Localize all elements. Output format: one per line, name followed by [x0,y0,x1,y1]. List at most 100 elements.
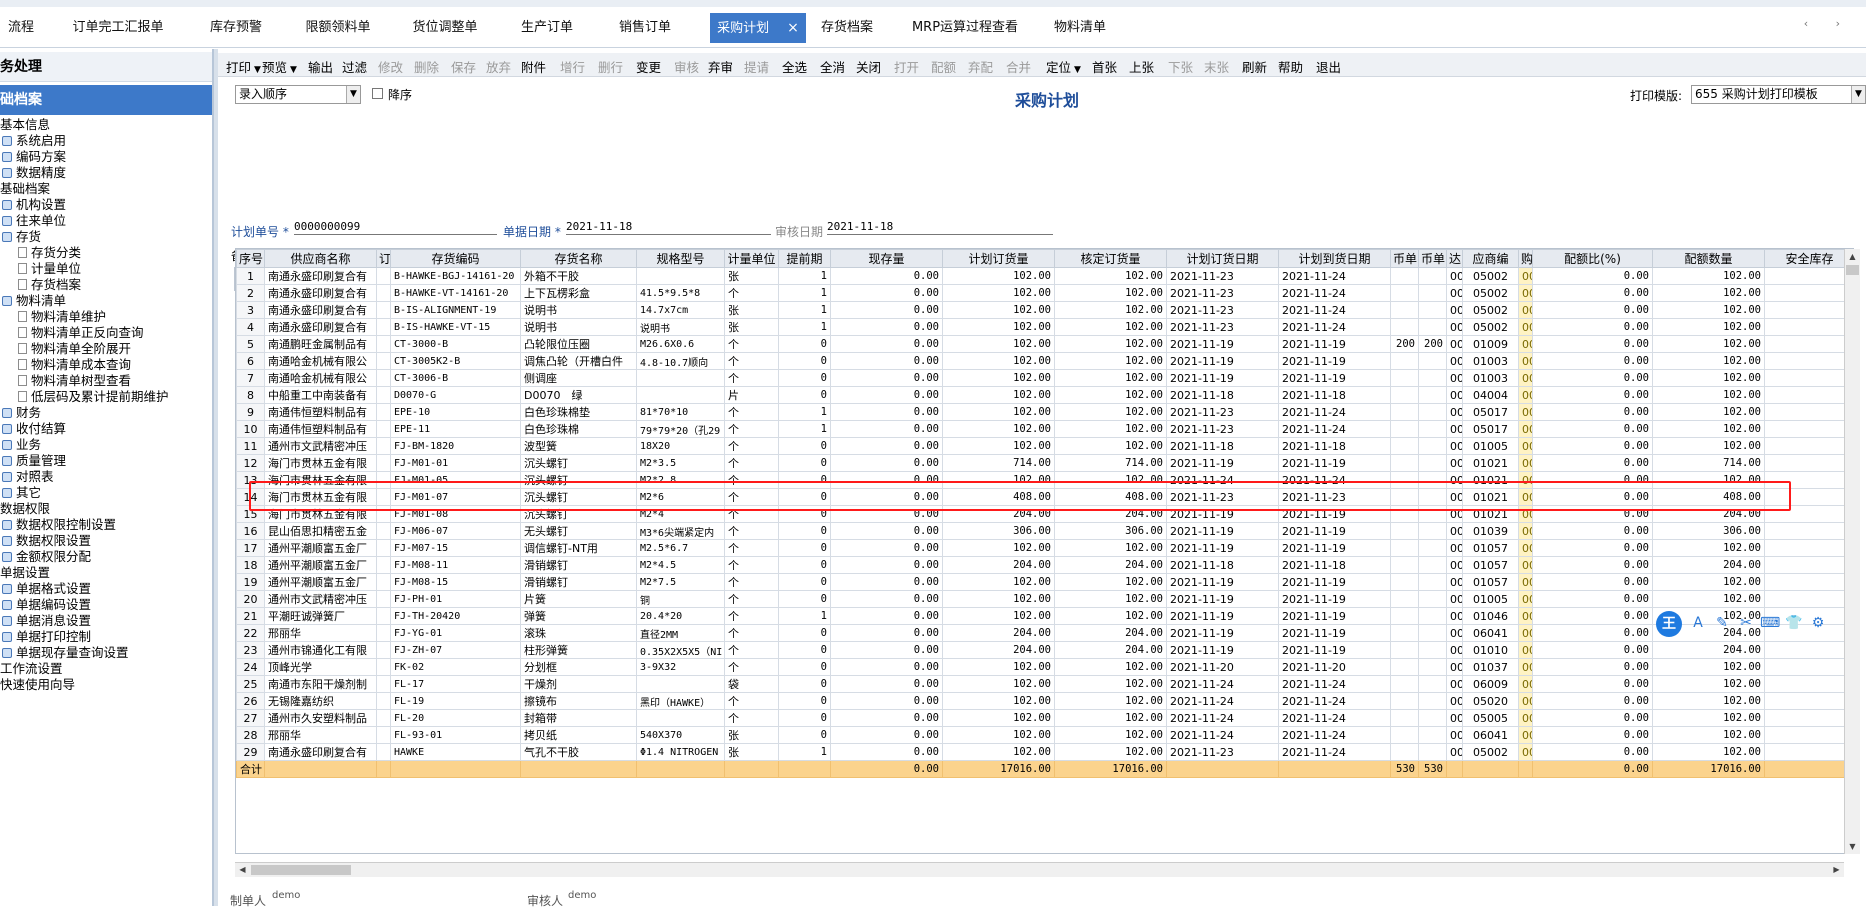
table-cell[interactable]: 102.00 [1652,437,1765,455]
table-row[interactable]: 24 顶峰光学 FK-02 分划框 3-9X32 个 0 0.00 102.00 102.00 20… [236,658,1853,676]
table-cell[interactable]: 个 [724,522,779,540]
table-cell[interactable]: 00 [1446,318,1463,336]
table-cell[interactable] [1390,556,1419,574]
descending-checkbox[interactable] [372,88,383,99]
table-cell[interactable] [376,369,391,387]
table-cell[interactable] [1390,624,1419,642]
table-cell[interactable]: 0.00 [1532,318,1653,336]
table-cell[interactable] [376,335,391,353]
table-cell[interactable]: 0.00 [1532,301,1653,319]
sidebar-tree-node[interactable]: 物料清单全阶展开 [18,341,131,357]
table-cell[interactable]: 102.00 [942,675,1055,693]
table-cell[interactable]: M2*6 [636,488,725,506]
table-cell[interactable]: 714.00 [1652,454,1765,472]
sidebar-tree-node[interactable]: 单据格式设置 [2,581,91,597]
table-cell[interactable]: 2021-11-23 [1166,318,1279,336]
table-cell[interactable]: 102.00 [1054,658,1167,676]
table-cell[interactable] [1390,437,1419,455]
table-cell[interactable]: 2021-11-19 [1166,624,1279,642]
table-cell[interactable] [1418,267,1447,285]
table-cell[interactable]: 00 [1446,709,1463,727]
doc-date-field[interactable]: 2021-11-18 [566,220,771,235]
table-cell[interactable]: 102.00 [1652,573,1765,591]
table-cell[interactable]: 2021-11-24 [1278,403,1391,421]
table-cell[interactable]: 05020 [1462,692,1519,710]
table-cell[interactable] [1390,488,1419,506]
table-cell[interactable]: 23 [236,641,265,659]
table-cell[interactable]: 102.00 [942,607,1055,625]
table-cell[interactable]: 说明书 [520,301,637,319]
chevron-down-icon[interactable]: ▼ [254,65,261,75]
table-cell[interactable]: 张 [724,267,779,285]
table-cell[interactable]: 0 [778,471,831,489]
table-cell[interactable]: 滑销螺钉 [520,573,637,591]
table-cell[interactable]: 00 [1518,420,1533,438]
table-row[interactable]: 20 通州市文武精密冲压 FJ-PH-01 片簧铜个 0 0.00 102.00 102.00… [236,590,1853,608]
table-cell[interactable]: 102.00 [942,692,1055,710]
table-cell[interactable] [1418,590,1447,608]
sidebar-tree-node[interactable]: 其它 [2,485,41,501]
table-cell[interactable]: 00 [1518,675,1533,693]
table-cell[interactable] [376,556,391,574]
column-header[interactable]: 计划到货日期 [1278,249,1391,268]
table-cell[interactable]: 540X370 [636,726,725,744]
table-cell[interactable] [1418,743,1447,761]
table-cell[interactable] [1418,454,1447,472]
table-row[interactable]: 16 昆山佰思扣精密五金 FJ-M06-07 无头螺钉 M3*6尖端紧定内个 0 0.00 3… [236,522,1853,540]
table-cell[interactable]: 0.00 [830,624,943,642]
sidebar-tree-node[interactable]: 财务 [2,405,41,421]
table-cell[interactable]: 0 [778,658,831,676]
table-cell[interactable]: 0.00 [1532,369,1653,387]
scroll-thumb[interactable] [1846,265,1859,275]
table-cell[interactable]: 个 [724,624,779,642]
tab-sales-order[interactable]: 销售订单 [605,13,685,43]
table-cell[interactable]: 01003 [1462,352,1519,370]
table-cell[interactable] [1390,318,1419,336]
sidebar-tree-node[interactable]: 单据设置 [0,565,50,581]
table-cell[interactable] [376,726,391,744]
toolbar-button[interactable]: 关闭 [856,57,881,76]
table-cell[interactable]: 102.00 [1054,743,1167,761]
skin-icon[interactable]: 👕 [1784,613,1804,633]
table-cell[interactable]: 22 [236,624,265,642]
table-cell[interactable]: M2*4 [636,505,725,523]
table-cell[interactable]: 封箱带 [520,709,637,727]
column-header[interactable]: 配额数量 [1652,249,1765,268]
table-cell[interactable] [376,539,391,557]
table-cell[interactable]: 通州市锦通化工有限 [264,641,377,659]
table-cell[interactable] [376,301,391,319]
column-header[interactable]: 规格型号 [636,249,725,268]
table-cell[interactable]: 0.00 [830,386,943,404]
table-cell[interactable] [376,420,391,438]
table-cell[interactable]: 个 [724,352,779,370]
table-cell[interactable]: 306.00 [942,522,1055,540]
table-cell[interactable]: 00 [1446,267,1463,285]
table-cell[interactable]: 19 [236,573,265,591]
table-cell[interactable]: 06041 [1462,624,1519,642]
table-cell[interactable]: 2021-11-19 [1166,641,1279,659]
toolbar-button[interactable]: 过滤 [342,57,367,76]
table-cell[interactable]: 00 [1446,386,1463,404]
table-cell[interactable]: 00 [1518,692,1533,710]
table-cell[interactable]: 05017 [1462,420,1519,438]
table-cell[interactable]: 102.00 [1652,675,1765,693]
table-cell[interactable]: 01005 [1462,437,1519,455]
toolbar-button[interactable]: 输出 [308,57,333,76]
table-cell[interactable]: 17016.00 [1054,760,1167,778]
table-cell[interactable]: 2021-11-19 [1278,624,1391,642]
table-cell[interactable]: 0.00 [830,590,943,608]
table-cell[interactable] [1764,267,1853,285]
table-cell[interactable]: 6 [236,352,265,370]
table-cell[interactable]: 00 [1518,318,1533,336]
table-cell[interactable]: 01057 [1462,573,1519,591]
table-cell[interactable] [1418,522,1447,540]
sidebar-tree-node[interactable]: 计量单位 [18,261,81,277]
table-cell[interactable]: 204.00 [942,556,1055,574]
table-cell[interactable]: 2021-11-24 [1278,284,1391,302]
table-cell[interactable]: 00 [1518,386,1533,404]
table-cell[interactable] [1764,318,1853,336]
table-cell[interactable]: 个 [724,437,779,455]
table-cell[interactable]: 204.00 [1652,505,1765,523]
table-cell[interactable]: 0.00 [830,335,943,353]
table-cell[interactable] [1764,471,1853,489]
